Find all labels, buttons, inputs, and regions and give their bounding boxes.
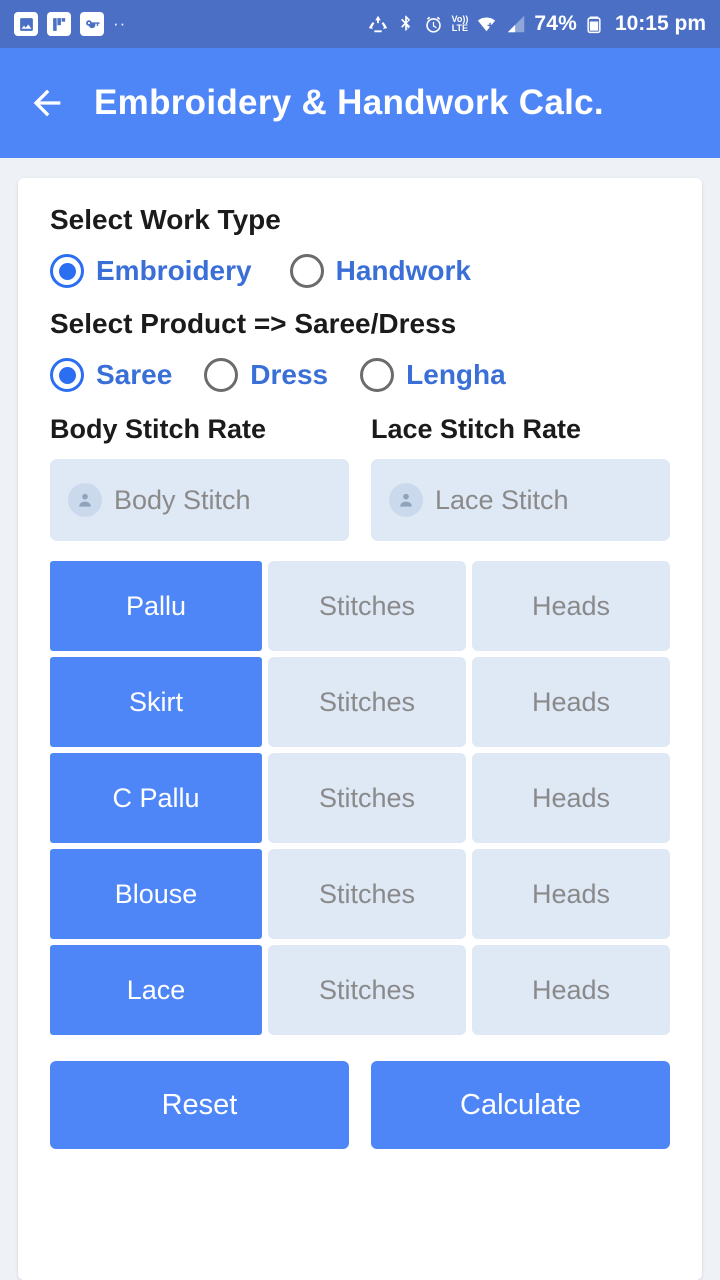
- product-radio-group: Saree Dress Lengha: [50, 358, 670, 392]
- product-label: Select Product => Saree/Dress: [50, 308, 457, 339]
- heads-input-c-pallu[interactable]: Heads: [472, 753, 670, 843]
- status-bar: ·· Vo)) LTE 74% 10:15 pm: [0, 0, 720, 48]
- rates-row: Body Stitch Rate Body Stitch Lace Stitch…: [50, 414, 670, 541]
- image-icon: [14, 12, 38, 36]
- reset-button[interactable]: Reset: [50, 1061, 349, 1149]
- battery-percent: 74%: [534, 12, 577, 35]
- action-buttons: Reset Calculate: [50, 1061, 670, 1149]
- body-stitch-input[interactable]: Body Stitch: [50, 459, 349, 541]
- heads-input-blouse[interactable]: Heads: [472, 849, 670, 939]
- stitch-grid: Pallu Stitches Heads Skirt Stitches Head…: [50, 561, 670, 1035]
- row-label-pallu: Pallu: [50, 561, 262, 651]
- calculator-card: Select Work Type Embroidery Handwork Sel…: [18, 178, 702, 1280]
- alarm-icon: [423, 14, 444, 35]
- radio-option-handwork[interactable]: Handwork: [289, 254, 471, 288]
- heads-input-lace[interactable]: Heads: [472, 945, 670, 1035]
- radio-option-saree[interactable]: Saree: [50, 358, 172, 392]
- recycle-icon: [367, 13, 389, 35]
- radio-saree-icon[interactable]: [50, 358, 84, 392]
- work-type-radio-group: Embroidery Handwork: [50, 254, 670, 288]
- stitches-input-c-pallu[interactable]: Stitches: [268, 753, 466, 843]
- stitches-input-skirt[interactable]: Stitches: [268, 657, 466, 747]
- radio-option-dress[interactable]: Dress: [204, 358, 328, 392]
- status-bar-right: Vo)) LTE 74% 10:15 pm: [367, 11, 706, 37]
- radio-label-handwork: Handwork: [335, 255, 471, 286]
- more-dots-icon: ··: [113, 14, 127, 33]
- stitches-input-lace[interactable]: Stitches: [268, 945, 466, 1035]
- clock-time: 10:15 pm: [614, 12, 706, 35]
- body-rate-label: Body Stitch Rate: [50, 414, 267, 444]
- stitches-input-pallu[interactable]: Stitches: [268, 561, 466, 651]
- heads-input-skirt[interactable]: Heads: [472, 657, 670, 747]
- person-icon: [68, 483, 102, 517]
- radio-option-lengha[interactable]: Lengha: [360, 358, 506, 392]
- app-bar: Embroidery & Handwork Calc.: [0, 48, 720, 158]
- table-row: Skirt Stitches Heads: [50, 657, 670, 747]
- radio-label-saree: Saree: [96, 359, 173, 390]
- table-row: Blouse Stitches Heads: [50, 849, 670, 939]
- lace-rate-label: Lace Stitch Rate: [371, 414, 582, 444]
- row-label-c-pallu: C Pallu: [50, 753, 262, 843]
- wifi-icon: [475, 13, 498, 36]
- radio-label-dress: Dress: [250, 359, 329, 390]
- radio-option-embroidery[interactable]: Embroidery: [50, 254, 252, 288]
- back-arrow-icon[interactable]: [26, 82, 68, 124]
- volte-icon: Vo)) LTE: [451, 14, 469, 33]
- heads-input-pallu[interactable]: Heads: [472, 561, 670, 651]
- body-rate-group: Body Stitch Rate Body Stitch: [50, 414, 349, 541]
- lace-stitch-input[interactable]: Lace Stitch: [371, 459, 670, 541]
- page-title: Embroidery & Handwork Calc.: [94, 83, 604, 122]
- radio-handwork-icon[interactable]: [289, 254, 324, 288]
- body-stitch-placeholder: Body Stitch: [114, 484, 251, 515]
- key-icon: [80, 12, 104, 36]
- radio-label-embroidery: Embroidery: [96, 255, 252, 286]
- stitches-input-blouse[interactable]: Stitches: [268, 849, 466, 939]
- work-type-label: Select Work Type: [50, 204, 281, 235]
- flipboard-icon: [47, 12, 71, 36]
- row-label-blouse: Blouse: [50, 849, 262, 939]
- calculate-button[interactable]: Calculate: [371, 1061, 670, 1149]
- signal-icon: [505, 13, 527, 35]
- row-label-lace: Lace: [50, 945, 262, 1035]
- table-row: Lace Stitches Heads: [50, 945, 670, 1035]
- radio-dress-icon[interactable]: [204, 358, 239, 392]
- row-label-skirt: Skirt: [50, 657, 262, 747]
- lace-stitch-placeholder: Lace Stitch: [435, 484, 569, 515]
- table-row: Pallu Stitches Heads: [50, 561, 670, 651]
- radio-embroidery-icon[interactable]: [50, 254, 84, 288]
- table-row: C Pallu Stitches Heads: [50, 753, 670, 843]
- radio-lengha-icon[interactable]: [360, 358, 395, 392]
- bluetooth-icon: [396, 14, 416, 34]
- person-icon: [389, 483, 423, 517]
- battery-icon: [584, 11, 604, 37]
- radio-label-lengha: Lengha: [406, 359, 506, 390]
- lace-rate-group: Lace Stitch Rate Lace Stitch: [371, 414, 670, 541]
- status-bar-left: ··: [14, 12, 126, 36]
